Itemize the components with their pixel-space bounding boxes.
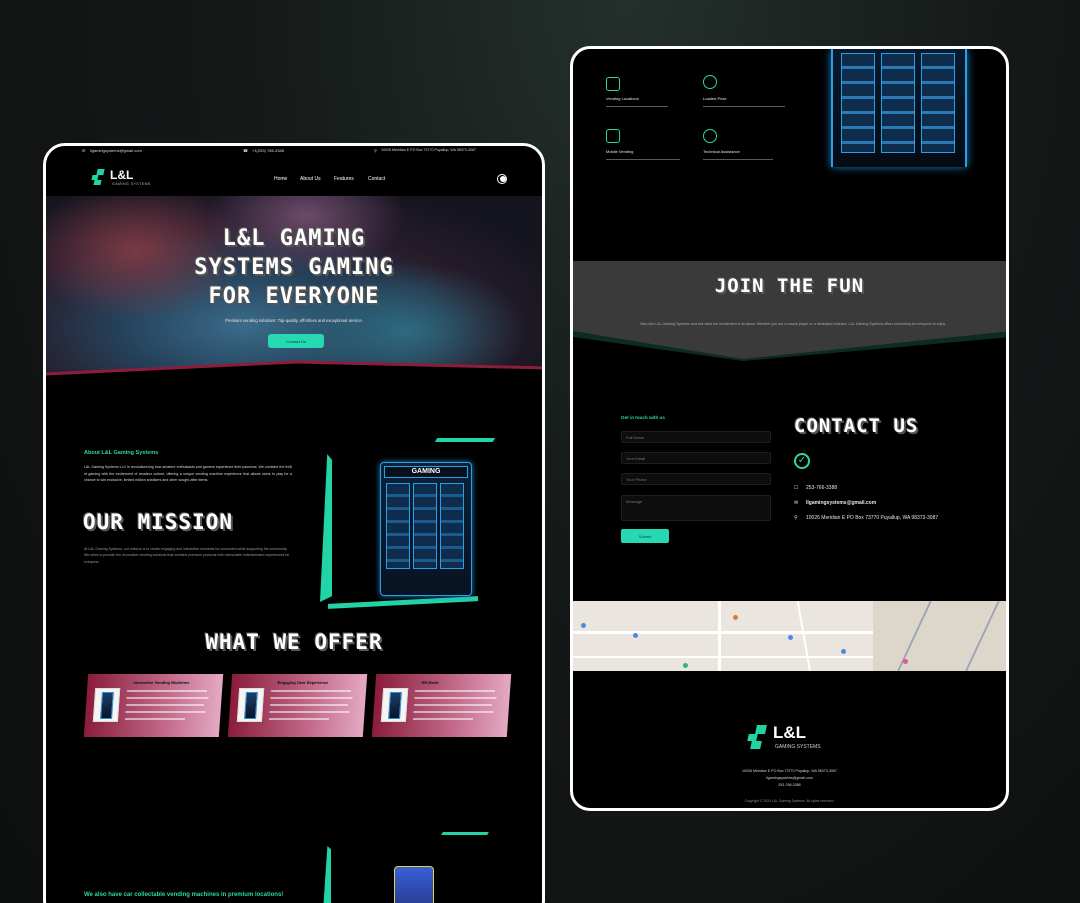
topbar-address: 10026 Meridian E PO Box 73770 Puyallup, … [381,148,476,152]
features-machine-image [831,49,967,167]
footer-email[interactable]: llgamingsystems@gmail.com [573,776,1006,780]
topbar-pin-icon: ⚲ [374,148,377,153]
contact-address: 10026 Meridian E PO Box 73770 Puyallup, … [806,515,939,521]
footer-wave-divider [573,671,1006,689]
offer-card-title: Nft Mode [421,680,439,685]
email-field[interactable]: Your Email [621,452,771,464]
contact-email[interactable]: llgamingsystems@gmail.com [806,500,876,506]
full-name-field[interactable]: Full Name [621,431,771,443]
about-heading: About L&L Gaming Systems [84,450,159,456]
footer-tagline: GAMING SYSTEMS [775,744,821,750]
location-map[interactable] [573,601,1006,673]
hero-title: L&L Gaming Systems Gaming For Everyone [46,224,542,311]
offer-card-nft[interactable]: Nft Mode [371,674,512,737]
phone-icon: ☐ [794,485,799,491]
nav-contact[interactable]: Contact [368,176,385,182]
full-name-placeholder: Full Name [626,435,645,440]
feature-title: Mobile Vending [606,149,634,154]
left-page-preview: ✉ llgamingsystems@gmail.com ☎ +1(253) 76… [43,143,545,903]
prize-icon [703,75,717,89]
hero-subtitle: Premium vending solutions: Top-quality, … [225,318,363,323]
feature-title: Vending Locations [606,96,639,101]
email-icon: ✉ [794,500,799,506]
message-field[interactable]: Message [621,495,771,521]
phone-placeholder: Your Phone [626,477,647,482]
offer-card-title: Innovative Vending Machines [133,680,190,685]
check-circle-icon: ✓ [794,453,810,469]
footer-phone[interactable]: 253-766-3388 [573,783,1006,787]
join-heading: Join The Fun [714,275,865,297]
footer-logo-icon[interactable] [747,725,768,749]
brand-logo-icon[interactable] [91,169,106,185]
hero-section: L&L Gaming Systems Gaming For Everyone P… [46,196,542,382]
footer-copyright: Copyright © 2024 L&L Gaming Systems. All… [744,799,835,803]
location-pin-icon: ⚲ [794,515,798,521]
brand-tagline: GAMING SYSTEMS [112,182,151,186]
location-icon [606,77,620,91]
nav-about-us[interactable]: About Us [300,176,321,182]
email-placeholder: Your Email [626,456,646,461]
offer-card-thumb [92,688,121,722]
submit-button[interactable]: Submit [621,529,669,543]
join-body: Step into L&L Gaming Systems and see wha… [640,322,946,326]
mission-body: At L&L Gaming Systems, our mission is to… [84,547,290,564]
contact-phone[interactable]: 253-766-3388 [806,485,837,491]
hero-wave-divider [46,360,542,382]
top-contact-bar: ✉ llgamingsystems@gmail.com ☎ +1(253) 76… [46,146,542,158]
offer-card-vending[interactable]: Innovative Vending Machines [83,674,224,737]
about-body: L&L Gaming Systems LLC is revolutionizin… [84,465,292,483]
hero-contact-button[interactable]: Contact Us [268,334,324,348]
contact-heading: Contact Us [794,415,919,437]
mission-heading: Our Mission [83,510,234,534]
machine-gaming-sign: GAMING [384,466,468,478]
message-placeholder: Message [626,499,643,504]
topbar-email-icon: ✉ [82,148,86,153]
vending-machine-image: GAMING [318,438,496,609]
right-page-preview: Vending Locations Loaded Prize Mobile Ve… [570,46,1009,811]
nav-features[interactable]: Features [334,176,354,182]
join-wave-divider [573,331,1006,361]
collectible-section-image [316,832,496,903]
offer-card-experience[interactable]: Engaging User Experience [227,674,368,737]
theme-toggle-icon[interactable] [497,174,507,184]
offer-card-title: Engaging User Experience [277,680,329,685]
nav-home[interactable]: Home [274,176,287,182]
offer-card-thumb [380,688,409,722]
hero-title-line-1: L&L Gaming [222,226,366,251]
topbar-phone[interactable]: +1(253) 766-3388 [252,148,284,153]
footer-brand-name: L&L [773,723,807,742]
feature-title: Technical Assistance [703,149,740,154]
hero-title-line-2: Systems Gaming [194,255,394,280]
phone-field[interactable]: Your Phone [621,473,771,485]
brand-name[interactable]: L&L [110,168,133,182]
topbar-email[interactable]: llgamingsystems@gmail.com [90,148,142,153]
join-section: Join The Fun Step into L&L Gaming System… [573,261,1006,361]
support-icon [703,129,717,143]
collectible-text: We also have car collectable vending mac… [84,892,284,898]
site-header: L&L GAMING SYSTEMS Home About Us Feature… [46,160,542,196]
form-heading: Get in touch with us [621,415,665,420]
footer-address: 10026 Meridian E PO Box 73770 Puyallup, … [742,769,837,773]
offer-card-thumb [236,688,265,722]
topbar-phone-icon: ☎ [243,148,248,153]
hero-title-line-3: For Everyone [208,284,380,309]
truck-icon [606,129,620,143]
offer-heading: What We Offer [205,630,383,654]
feature-title: Loaded Prize [703,96,727,101]
